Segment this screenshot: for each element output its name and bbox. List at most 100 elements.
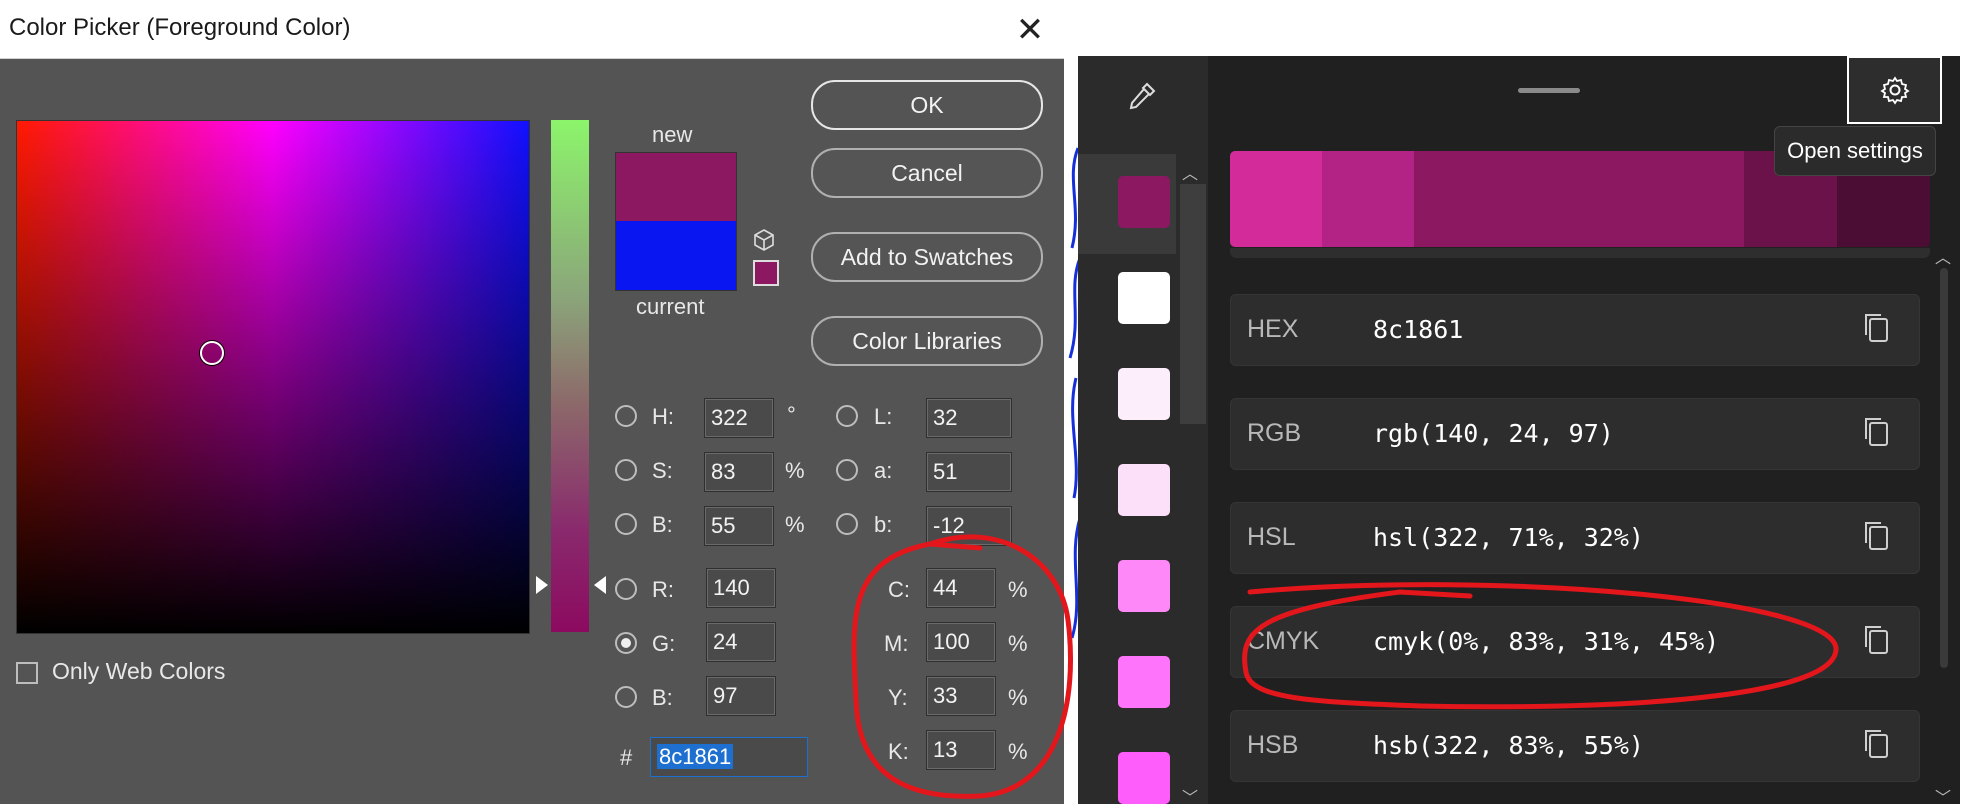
a-field[interactable]: 51 [926,452,1012,492]
gear-icon[interactable] [1847,56,1942,124]
hex-hash-label: # [620,745,633,770]
format-label: HSB [1247,731,1299,759]
a-label: a: [874,458,893,483]
radio-g[interactable] [615,632,637,654]
s-field[interactable]: 83 [704,452,774,492]
radio-rgb-b[interactable] [615,686,637,708]
cancel-button[interactable]: Cancel [811,148,1043,198]
format-row-rgb: RGB rgb(140, 24, 97) [1230,398,1920,470]
history-swatch[interactable] [1118,464,1170,516]
only-web-colors-checkbox[interactable] [16,662,38,684]
slider-handle-right[interactable] [594,576,606,594]
format-label: RGB [1247,419,1302,447]
saturation-brightness-field[interactable] [16,120,530,634]
m-unit: % [1008,631,1028,656]
c-field[interactable]: 44 [926,568,996,608]
b-unit: % [785,512,805,537]
copy-icon[interactable] [1861,519,1891,555]
current-color-swatch[interactable] [616,221,736,290]
radio-h[interactable] [615,405,637,427]
format-row-hsb: HSB hsb(322, 83%, 55%) [1230,710,1920,782]
y-unit: % [1008,685,1028,710]
shade-bar-edge [1230,248,1930,258]
add-to-swatches-button[interactable]: Add to Swatches [811,232,1043,282]
current-color-label: current [636,294,705,319]
lab-b-label: b: [874,512,893,537]
m-label: M: [884,631,909,656]
copy-icon[interactable] [1861,311,1891,347]
history-swatch[interactable] [1118,656,1170,708]
rgb-b-field[interactable]: 97 [706,676,776,716]
copy-icon[interactable] [1861,623,1891,659]
c-unit: % [1008,577,1028,602]
l-label: L: [874,404,893,429]
b-label: B: [652,512,673,537]
format-value[interactable]: cmyk(0%, 83%, 31%, 45%) [1373,627,1719,656]
radio-s[interactable] [615,459,637,481]
format-row-hex: HEX 8c1861 [1230,294,1920,366]
history-swatch[interactable] [1118,272,1170,324]
k-unit: % [1008,739,1028,764]
web-safe-swatch[interactable] [753,260,779,286]
history-swatch[interactable] [1118,560,1170,612]
format-value[interactable]: hsl(322, 71%, 32%) [1373,523,1644,552]
hex-input[interactable]: 8c1861 [650,737,808,777]
color-field-cursor[interactable] [200,341,224,365]
format-value[interactable]: 8c1861 [1373,315,1463,344]
s-unit: % [785,458,805,483]
history-scroll-thumb[interactable] [1180,184,1206,424]
pipette-icon[interactable] [1122,76,1162,116]
format-value[interactable]: hsb(322, 83%, 55%) [1373,731,1644,760]
m-field[interactable]: 100 [926,622,996,662]
scroll-down-icon[interactable]: ﹀ [1182,784,1198,808]
details-scroll-thumb[interactable] [1940,268,1948,668]
hex-input-value: 8c1861 [657,744,734,769]
history-swatch[interactable] [1118,176,1170,228]
drag-handle[interactable] [1518,88,1580,93]
copy-icon[interactable] [1861,415,1891,451]
b-field[interactable]: 55 [704,506,774,546]
radio-a[interactable] [836,459,858,481]
shade-swatch[interactable] [1322,151,1414,247]
r-field[interactable]: 140 [706,568,776,608]
h-field[interactable]: 322 [704,398,774,438]
k-field[interactable]: 13 [926,730,996,770]
h-unit: ° [787,402,796,427]
slider-handle-left[interactable] [536,576,548,594]
close-icon[interactable]: ✕ [1962,62,1976,118]
color-libraries-button[interactable]: Color Libraries [811,316,1043,366]
ok-button[interactable]: OK [811,80,1043,130]
color-comparison-swatch [615,152,737,291]
k-label: K: [888,739,909,764]
format-label: CMYK [1247,627,1320,655]
scroll-up-icon[interactable]: ︿ [1182,160,1198,184]
rgb-b-label: B: [652,685,673,710]
format-label: HSL [1247,523,1296,551]
only-web-colors-label: Only Web Colors [52,658,226,684]
shade-swatch[interactable] [1230,151,1322,247]
settings-tooltip: Open settings [1774,126,1936,176]
copy-icon[interactable] [1861,727,1891,763]
g-label: G: [652,631,676,656]
radio-b[interactable] [615,513,637,535]
scroll-up-icon[interactable]: ︿ [1935,244,1951,268]
lab-b-field[interactable]: -12 [926,506,1012,546]
g-field[interactable]: 24 [706,622,776,662]
channel-slider[interactable] [551,120,589,632]
radio-r[interactable] [615,578,637,600]
l-field[interactable]: 32 [926,398,1012,438]
scroll-down-icon[interactable]: ﹀ [1935,784,1951,808]
h-label: H: [652,404,674,429]
history-pane: ︿ ﹀ [1078,56,1208,807]
radio-l[interactable] [836,405,858,427]
close-icon[interactable]: ✕ [1010,10,1050,50]
radio-lab-b[interactable] [836,513,858,535]
cube-icon[interactable] [752,228,778,254]
format-value[interactable]: rgb(140, 24, 97) [1373,419,1614,448]
dialog-title: Color Picker (Foreground Color) [9,14,351,41]
history-swatch[interactable] [1118,368,1170,420]
y-field[interactable]: 33 [926,676,996,716]
shade-swatch[interactable] [1414,151,1744,247]
new-color-label: new [652,122,693,147]
history-swatch[interactable] [1118,752,1170,804]
